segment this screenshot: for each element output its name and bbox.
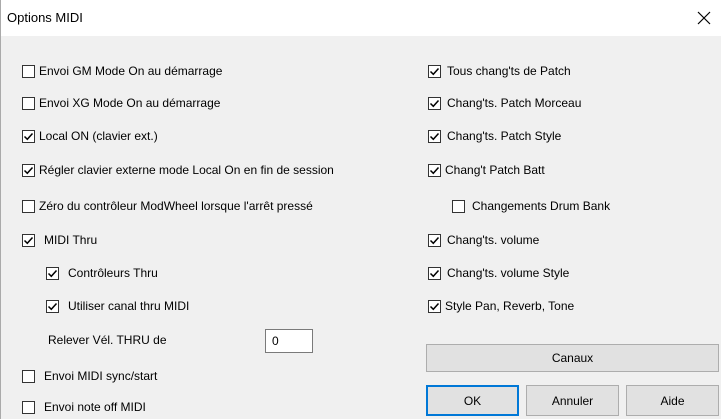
checkbox-local-on[interactable]: Local ON (clavier ext.): [22, 127, 158, 145]
checkbox-box[interactable]: [428, 266, 441, 280]
checkbox-label: Local ON (clavier ext.): [39, 129, 158, 143]
checkbox-song-patch-changes[interactable]: Chang'ts. Patch Morceau: [428, 94, 581, 112]
title-bar: Options MIDI: [1, 0, 721, 36]
cancel-button[interactable]: Annuler: [526, 385, 619, 416]
checkbox-style-volume-changes[interactable]: Chang'ts. volume Style: [428, 264, 569, 282]
checkbox-label: Style Pan, Reverb, Tone: [445, 299, 575, 313]
close-button[interactable]: [692, 6, 716, 30]
close-icon: [697, 11, 711, 25]
checkbox-label: Tous chang'ts de Patch: [447, 64, 571, 78]
help-button-label: Aide: [660, 393, 685, 408]
checkbox-label: MIDI Thru: [44, 233, 98, 247]
checkbox-gm-mode-on[interactable]: Envoi GM Mode On au démarrage: [22, 62, 222, 80]
checkbox-drum-bank-changes[interactable]: Changements Drum Bank: [452, 197, 610, 215]
checkbox-label: Chang't Patch Batt: [445, 163, 545, 177]
checkbox-box[interactable]: [428, 96, 441, 110]
window-title: Options MIDI: [7, 10, 83, 25]
checkbox-controllers-thru[interactable]: Contrôleurs Thru: [46, 264, 158, 282]
checkbox-style-pan-reverb-tone[interactable]: Style Pan, Reverb, Tone: [428, 297, 574, 315]
checkbox-style-patch-changes[interactable]: Chang'ts. Patch Style: [428, 127, 561, 145]
checkmark-icon: [47, 269, 58, 277]
checkmark-icon: [429, 132, 440, 140]
checkbox-box[interactable]: [428, 129, 441, 143]
checkbox-box[interactable]: [428, 163, 441, 177]
checkbox-box[interactable]: [452, 199, 465, 213]
channels-button-label: Canaux: [551, 351, 594, 365]
checkmark-icon: [429, 166, 440, 174]
checkmark-icon: [429, 269, 440, 277]
ok-button[interactable]: OK: [426, 385, 519, 416]
checkbox-box[interactable]: [46, 266, 59, 280]
checkbox-label: Envoi note off MIDI: [44, 400, 146, 414]
checkmark-icon: [47, 302, 58, 310]
checkbox-label: Envoi XG Mode On au démarrage: [39, 96, 221, 110]
checkbox-label: Chang'ts. volume: [447, 233, 540, 247]
checkbox-label: Utiliser canal thru MIDI: [68, 299, 190, 313]
checkbox-midi-thru[interactable]: MIDI Thru: [22, 231, 97, 249]
checkbox-label: Chang'ts. Patch Style: [447, 129, 562, 143]
checkbox-volume-changes[interactable]: Chang'ts. volume: [428, 231, 539, 249]
velocity-input[interactable]: [265, 329, 313, 353]
checkbox-box[interactable]: [22, 369, 35, 383]
checkbox-zero-modwheel[interactable]: Zéro du contrôleur ModWheel lorsque l'ar…: [22, 197, 313, 215]
checkmark-icon: [429, 302, 440, 310]
checkbox-box[interactable]: [22, 96, 35, 110]
checkbox-box[interactable]: [428, 64, 441, 78]
checkbox-midi-sync-start[interactable]: Envoi MIDI sync/start: [22, 367, 157, 385]
checkbox-box[interactable]: [428, 299, 441, 313]
midi-options-dialog: Options MIDI Envoi GM Mode On au démarra…: [0, 0, 721, 419]
checkbox-label: Envoi GM Mode On au démarrage: [39, 64, 223, 78]
checkbox-label: Contrôleurs Thru: [68, 266, 158, 280]
checkbox-box[interactable]: [22, 233, 35, 247]
checkbox-label: Chang'ts. Patch Morceau: [447, 96, 582, 110]
checkbox-label: Chang'ts. volume Style: [447, 266, 570, 280]
checkmark-icon: [23, 236, 34, 244]
checkmark-icon: [23, 132, 34, 140]
checkmark-icon: [429, 99, 440, 107]
checkbox-box[interactable]: [22, 163, 35, 177]
velocity-label: Relever Vél. THRU de: [48, 333, 167, 347]
checkbox-all-patch-changes[interactable]: Tous chang'ts de Patch: [428, 62, 571, 80]
checkmark-icon: [23, 166, 34, 174]
checkbox-local-on-end-session[interactable]: Régler clavier externe mode Local On en …: [22, 161, 334, 179]
checkbox-xg-mode-on[interactable]: Envoi XG Mode On au démarrage: [22, 94, 220, 112]
help-button[interactable]: Aide: [626, 385, 719, 416]
checkmark-icon: [429, 236, 440, 244]
checkbox-label: Régler clavier externe mode Local On en …: [39, 163, 334, 177]
checkbox-box[interactable]: [22, 199, 35, 213]
checkbox-box[interactable]: [22, 129, 35, 143]
checkbox-box[interactable]: [46, 299, 59, 313]
checkbox-box[interactable]: [22, 64, 35, 78]
checkbox-note-off[interactable]: Envoi note off MIDI: [22, 398, 146, 416]
checkbox-box[interactable]: [22, 400, 35, 414]
checkbox-label: Envoi MIDI sync/start: [44, 369, 158, 383]
checkbox-use-thru-channel[interactable]: Utiliser canal thru MIDI: [46, 297, 189, 315]
checkbox-drum-patch-change[interactable]: Chang't Patch Batt: [428, 161, 545, 179]
checkmark-icon: [429, 67, 440, 75]
checkbox-box[interactable]: [428, 233, 441, 247]
checkbox-label: Changements Drum Bank: [472, 199, 611, 213]
cancel-button-label: Annuler: [551, 393, 594, 408]
ok-button-label: OK: [463, 393, 482, 408]
checkbox-label: Zéro du contrôleur ModWheel lorsque l'ar…: [39, 199, 313, 213]
channels-button[interactable]: Canaux: [426, 344, 719, 372]
